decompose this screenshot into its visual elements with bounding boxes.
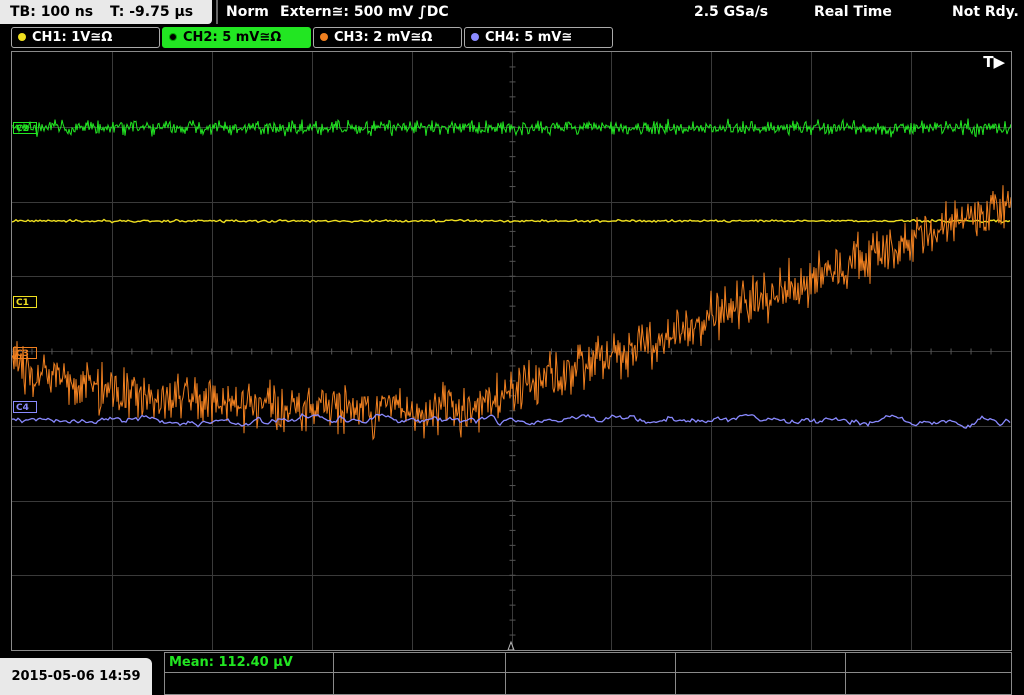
channel-3-label: CH3: 2 mV≅Ω (334, 30, 433, 45)
channel-3-dot-icon (320, 33, 328, 41)
timebase-label: TB: 100 ns (10, 4, 94, 20)
graticule (12, 52, 1011, 650)
bottom-bar: 2015-05-06 14:59 Mean: 112.40 µV (0, 652, 1024, 695)
trigger-time-marker-icon (507, 640, 515, 650)
channel-1-label: CH1: 1V≅Ω (32, 30, 113, 45)
trigger-position-label: T: -9.75 µs (109, 4, 194, 20)
sample-rate-label[interactable]: 2.5 GSa/s (694, 0, 768, 24)
timebase-box[interactable]: TB: 100 ns T: -9.75 µs (0, 0, 212, 24)
mean-measurement: Mean: 112.40 µV (169, 655, 293, 670)
channel-2-tab[interactable]: CH2: 5 mV≅Ω (162, 27, 311, 48)
acquisition-mode-label[interactable]: Real Time (814, 0, 892, 24)
channel-4-label: CH4: 5 mV≅ (485, 30, 573, 45)
channel-4-tab[interactable]: CH4: 5 mV≅ (464, 27, 613, 48)
channel-3-tab[interactable]: CH3: 2 mV≅Ω (313, 27, 462, 48)
channel-tabs: CH1: 1V≅Ω CH2: 5 mV≅Ω CH3: 2 mV≅Ω CH4: 5… (0, 26, 1024, 48)
measurement-cell-divider (505, 653, 506, 694)
channel-1-dot-icon (18, 33, 26, 41)
channel-1-waveform (12, 218, 1011, 224)
trigger-mode-label: Norm (226, 4, 269, 20)
status-bar: TB: 100 ns T: -9.75 µs Norm Extern≅: 500… (0, 0, 1024, 25)
channel-2-dot-icon (169, 33, 177, 41)
date-time: 2015-05-06 14:59 (0, 658, 152, 695)
channel-2-offset-marker[interactable]: C2 (13, 122, 37, 134)
measurement-panel[interactable]: Mean: 112.40 µV (164, 652, 1012, 695)
waveform-canvas[interactable] (12, 52, 1011, 650)
channel-1-offset-marker[interactable]: C1 (13, 296, 37, 308)
waveform-display[interactable]: T▶ C2 C1 C3 C4 (11, 51, 1012, 651)
channel-2-label: CH2: 5 mV≅Ω (183, 30, 282, 45)
channel-3-offset-marker[interactable]: C3 (13, 347, 37, 359)
trigger-marker: T▶ (983, 53, 1005, 71)
measurement-cell-divider (675, 653, 676, 694)
measurement-cell-divider (845, 653, 846, 694)
channel-4-dot-icon (471, 33, 479, 41)
trigger-box[interactable]: Norm Extern≅: 500 mV ∫DC (216, 0, 688, 24)
channel-4-offset-marker[interactable]: C4 (13, 401, 37, 413)
measurement-cell-divider (333, 653, 334, 694)
run-status-label: Not Rdy. (952, 4, 1019, 20)
trigger-source-label: Extern≅: 500 mV ∫DC (280, 4, 449, 20)
channel-1-tab[interactable]: CH1: 1V≅Ω (11, 27, 160, 48)
channel-3-waveform (12, 185, 1011, 441)
measurement-divider (165, 672, 1011, 673)
